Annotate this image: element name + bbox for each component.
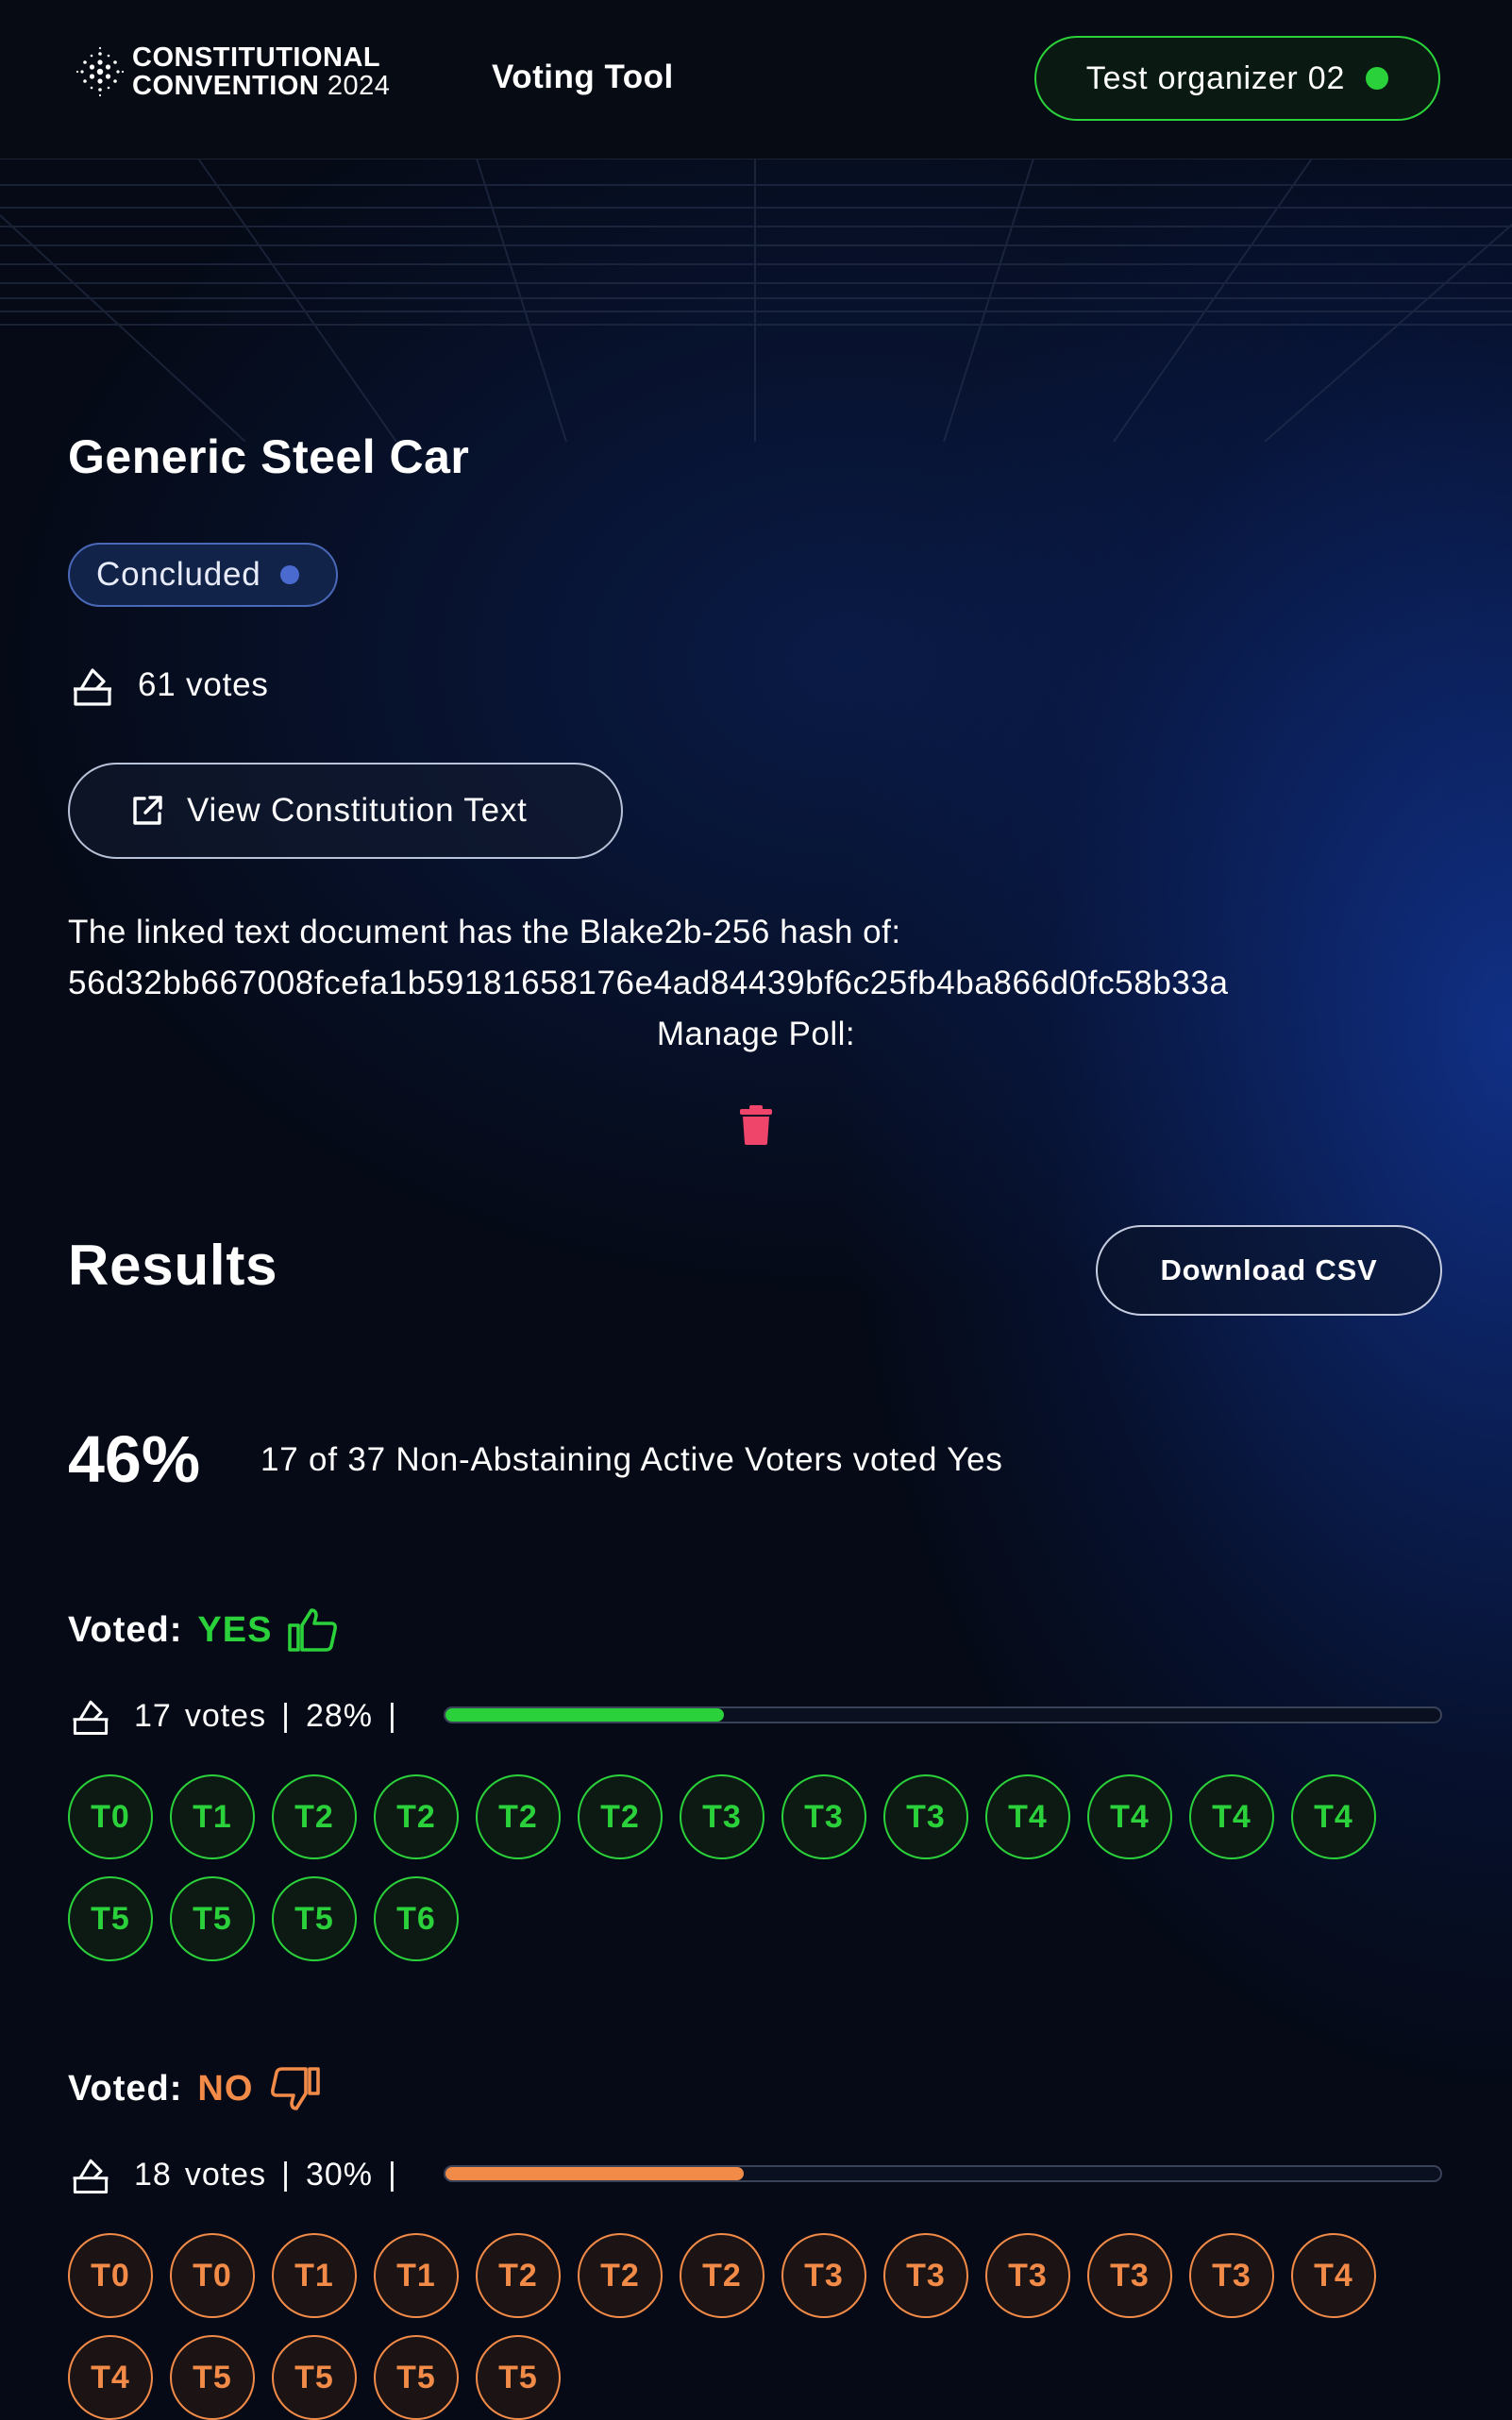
cardano-logo-icon (76, 46, 125, 97)
no-delegate-chip[interactable]: T3 (781, 2233, 866, 2318)
no-progress-bar (444, 2165, 1442, 2182)
no-delegate-chip[interactable]: T4 (1291, 2233, 1376, 2318)
results-heading: Results (68, 1234, 278, 1297)
yes-vote-count: 17 (134, 1697, 172, 1734)
logo-year: 2024 (327, 71, 391, 101)
user-name: Test organizer 02 (1085, 59, 1346, 96)
no-vote-percent: 30% (305, 2156, 373, 2193)
voted-no-heading: Voted: NO (68, 2065, 321, 2112)
separator: | (388, 1697, 397, 1734)
manage-poll-label: Manage Poll: (656, 1016, 856, 1052)
no-delegate-chip[interactable]: T0 (68, 2233, 153, 2318)
view-constitution-label: View Constitution Text (187, 792, 528, 829)
no-delegate-chip[interactable]: T5 (272, 2335, 357, 2420)
voted-yes-value: YES (197, 1609, 273, 1650)
view-constitution-button[interactable]: View Constitution Text (68, 763, 623, 859)
yes-delegate-chip[interactable]: T3 (883, 1774, 968, 1859)
status-badge: Concluded (68, 543, 338, 607)
no-delegate-chip[interactable]: T3 (1087, 2233, 1172, 2318)
yes-delegate-chip[interactable]: T2 (374, 1774, 459, 1859)
trash-icon[interactable] (738, 1104, 774, 1146)
logo-line-2: CONVENTION (132, 71, 320, 101)
yes-vote-percent: 28% (305, 1697, 373, 1734)
no-delegate-chip[interactable]: T3 (883, 2233, 968, 2318)
no-delegate-list: T0 T0 T1 T1 T2 T2 T2 T3 T3 T3 T3 T3 T4 T4 T5 T5 T5 T5 (68, 2233, 1455, 2420)
separator: | (281, 2156, 291, 2193)
no-delegate-chip[interactable]: T0 (170, 2233, 255, 2318)
top-nav: CONSTITUTIONAL CONVENTION 2024 Voting To… (0, 0, 1512, 160)
logo-line-1: CONSTITUTIONAL (132, 42, 381, 73)
no-delegate-chip[interactable]: T5 (374, 2335, 459, 2420)
no-delegate-chip[interactable]: T2 (476, 2233, 561, 2318)
voted-no-label: Voted: (68, 2068, 183, 2109)
yes-delegate-chip[interactable]: T4 (1087, 1774, 1172, 1859)
logo-wordmark: CONSTITUTIONAL CONVENTION 2024 (132, 43, 390, 100)
no-delegate-chip[interactable]: T3 (985, 2233, 1070, 2318)
yes-delegate-list: T0 T1 T2 T2 T2 T2 T3 T3 T3 T4 T4 T4 T4 T5 T5 T5 T6 (68, 1774, 1455, 1961)
separator: | (281, 1697, 291, 1734)
logo[interactable]: CONSTITUTIONAL CONVENTION 2024 (74, 43, 390, 100)
no-vote-count: 18 (134, 2156, 172, 2193)
separator: | (388, 2156, 397, 2193)
yes-progress-bar (444, 1706, 1442, 1723)
thumbs-up-icon (288, 1608, 338, 1652)
total-votes: 61 votes (68, 661, 269, 710)
no-delegate-chip[interactable]: T4 (68, 2335, 153, 2420)
no-vote-word: votes (184, 2156, 267, 2193)
yes-delegate-chip[interactable]: T5 (272, 1876, 357, 1961)
yes-vote-word: votes (184, 1697, 267, 1734)
yes-delegate-chip[interactable]: T2 (476, 1774, 561, 1859)
no-delegate-chip[interactable]: T2 (680, 2233, 764, 2318)
user-account-button[interactable]: Test organizer 02 (1034, 36, 1440, 121)
no-stats: 18 votes | 30% | (68, 2152, 412, 2197)
ballot-box-icon (74, 668, 111, 706)
yes-delegate-chip[interactable]: T2 (272, 1774, 357, 1859)
yes-delegate-chip[interactable]: T4 (1291, 1774, 1376, 1859)
total-votes-text: 61 votes (138, 666, 269, 703)
results-summary: 17 of 37 Non-Abstaining Active Voters vo… (260, 1441, 1003, 1478)
external-link-icon (133, 796, 162, 825)
voted-no-value: NO (197, 2068, 254, 2109)
yes-percentage: 46% (68, 1422, 201, 1496)
voted-yes-label: Voted: (68, 1609, 183, 1650)
no-delegate-chip[interactable]: T5 (476, 2335, 561, 2420)
ballot-box-icon (73, 1700, 109, 1735)
no-delegate-chip[interactable]: T1 (272, 2233, 357, 2318)
yes-delegate-chip[interactable]: T4 (985, 1774, 1070, 1859)
hash-intro-text: The linked text document has the Blake2b… (68, 914, 901, 950)
online-status-indicator (1366, 67, 1389, 90)
yes-delegate-chip[interactable]: T5 (170, 1876, 255, 1961)
no-progress-fill (445, 2167, 745, 2180)
download-csv-button[interactable]: Download CSV (1096, 1225, 1442, 1316)
no-delegate-chip[interactable]: T5 (170, 2335, 255, 2420)
yes-delegate-chip[interactable]: T3 (680, 1774, 764, 1859)
document-hash: 56d32bb667008fcefa1b59181658176e4ad84439… (68, 965, 1229, 1001)
yes-stats: 17 votes | 28% | (68, 1693, 412, 1739)
app-name-link[interactable]: Voting Tool (492, 59, 674, 96)
yes-delegate-chip[interactable]: T1 (170, 1774, 255, 1859)
yes-delegate-chip[interactable]: T5 (68, 1876, 153, 1961)
thumbs-down-icon (271, 2067, 321, 2110)
no-delegate-chip[interactable]: T3 (1189, 2233, 1274, 2318)
yes-delegate-chip[interactable]: T0 (68, 1774, 153, 1859)
yes-delegate-chip[interactable]: T2 (578, 1774, 663, 1859)
voted-yes-heading: Voted: YES (68, 1606, 340, 1654)
status-text: Concluded (96, 556, 261, 593)
yes-delegate-chip[interactable]: T4 (1189, 1774, 1274, 1859)
poll-title: Generic Steel Car (68, 430, 470, 483)
no-delegate-chip[interactable]: T2 (578, 2233, 663, 2318)
no-delegate-chip[interactable]: T1 (374, 2233, 459, 2318)
ballot-box-icon (73, 2159, 109, 2193)
yes-delegate-chip[interactable]: T3 (781, 1774, 866, 1859)
yes-progress-fill (445, 1708, 725, 1722)
status-dot (279, 565, 299, 584)
yes-delegate-chip[interactable]: T6 (374, 1876, 459, 1961)
